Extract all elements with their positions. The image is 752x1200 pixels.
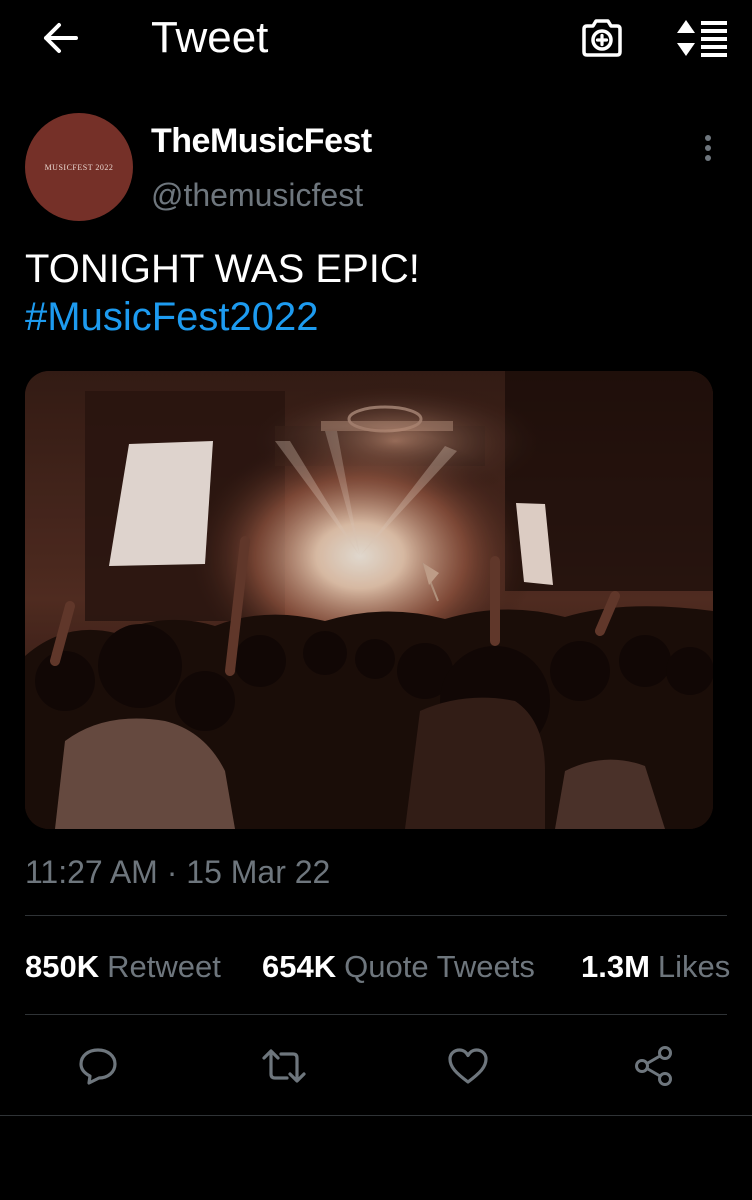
author-name[interactable]: TheMusicFest: [151, 120, 372, 162]
tweet-timestamp[interactable]: 11:27 AM · 15 Mar 22: [25, 852, 330, 892]
avatar-logo-text: MUSICFEST 2022: [44, 162, 114, 172]
share-icon: [635, 1046, 672, 1086]
like-button[interactable]: [442, 1040, 494, 1092]
retweet-count[interactable]: 850K Retweet: [25, 947, 221, 987]
top-app-bar: Tweet: [0, 0, 752, 80]
quote-count-label: Quote Tweets: [344, 949, 535, 984]
retweet-count-number: 850K: [25, 949, 100, 984]
sort-lines-icon: [677, 20, 727, 57]
camera-add-icon: [582, 19, 622, 57]
back-button[interactable]: [36, 18, 84, 58]
more-options-button[interactable]: [688, 126, 728, 170]
divider: [0, 1115, 752, 1116]
sort-button[interactable]: [674, 14, 730, 62]
likes-count-label: Likes: [657, 949, 731, 984]
tweet-body: TONIGHT WAS EPIC!: [25, 247, 420, 291]
divider: [25, 915, 727, 916]
author-handle[interactable]: @themusicfest: [151, 175, 363, 215]
hashtag-link[interactable]: #MusicFest2022: [25, 293, 725, 341]
share-button[interactable]: [628, 1040, 680, 1092]
more-vertical-icon: [705, 135, 711, 161]
reply-icon: [79, 1048, 117, 1085]
camera-button[interactable]: [578, 14, 626, 62]
tweet-text: TONIGHT WAS EPIC! #MusicFest2022: [25, 245, 725, 341]
like-icon: [448, 1048, 488, 1084]
quote-count-number: 654K: [262, 949, 337, 984]
likes-count-number: 1.3M: [581, 949, 650, 984]
tweet-media[interactable]: [25, 371, 713, 829]
page-title: Tweet: [151, 13, 269, 62]
retweet-count-label: Retweet: [107, 949, 221, 984]
quote-tweet-count[interactable]: 654K Quote Tweets: [262, 947, 535, 987]
likes-count[interactable]: 1.3M Likes: [581, 947, 730, 987]
concert-photo: [25, 371, 713, 829]
retweet-button[interactable]: [258, 1040, 310, 1092]
divider: [25, 1014, 727, 1015]
arrow-left-icon: [44, 23, 78, 53]
reply-button[interactable]: [72, 1040, 124, 1092]
retweet-icon: [262, 1049, 306, 1083]
avatar[interactable]: MUSICFEST 2022: [25, 113, 133, 221]
